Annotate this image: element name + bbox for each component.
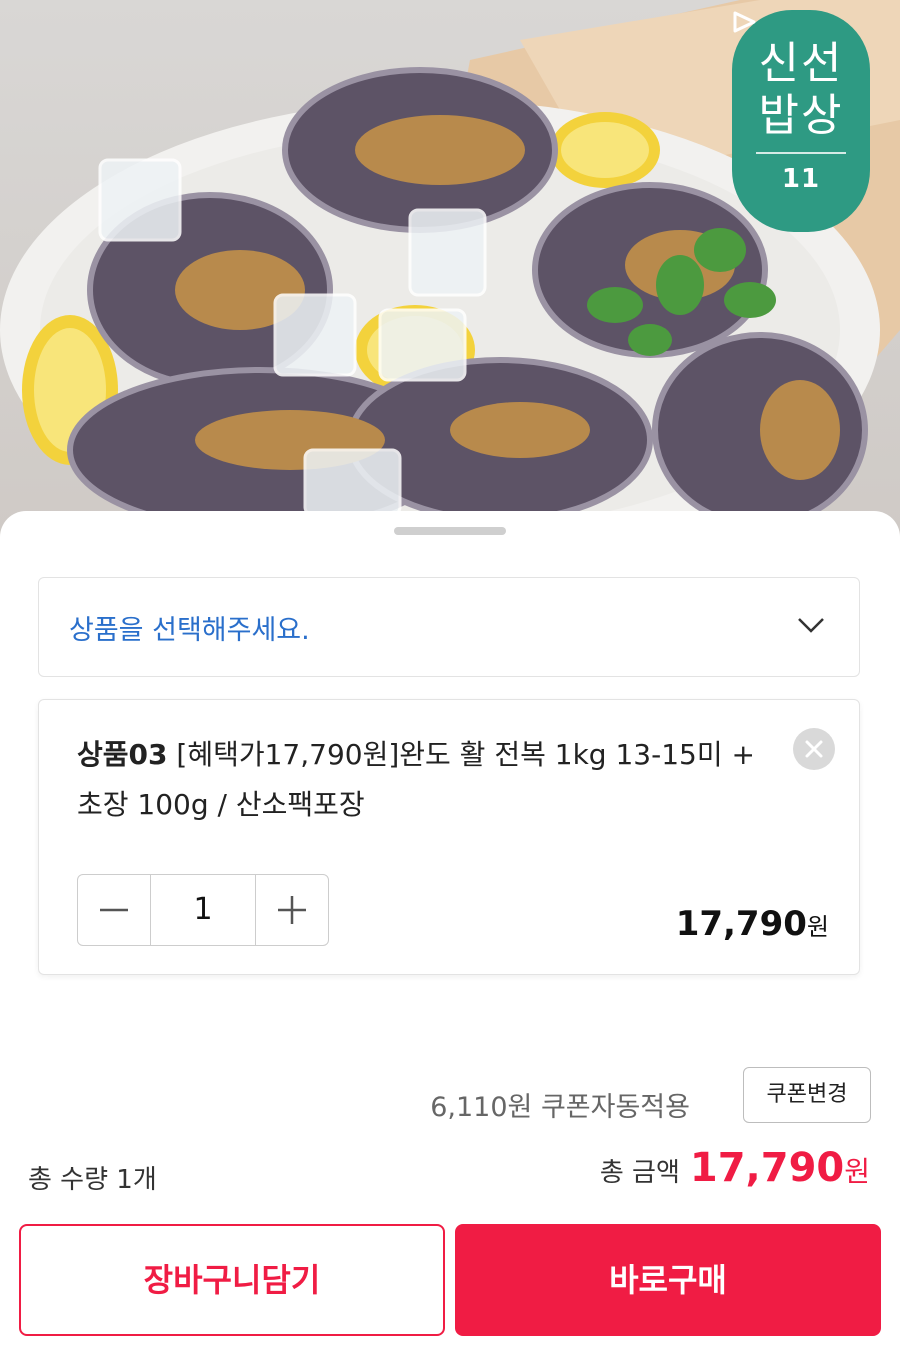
item-code: 상품03 [77, 738, 168, 771]
item-price-value: 17,790 [675, 904, 807, 944]
fresh-table-badge: 신선 밥상 11 [732, 10, 870, 232]
product-image: 신선 밥상 11 [0, 0, 900, 540]
badge-mark: 11 [781, 164, 821, 194]
quantity-stepper: 1 [77, 874, 329, 946]
item-name: 상품03 [혜택가17,790원]완도 활 전복 1kg 13-15미 + 초장… [77, 730, 757, 830]
add-to-cart-button[interactable]: 장바구니담기 [19, 1224, 445, 1336]
plus-icon [278, 896, 306, 924]
increase-quantity-button[interactable] [256, 875, 328, 945]
total-amount-currency: 원 [844, 1155, 870, 1188]
change-coupon-button[interactable]: 쿠폰변경 [743, 1067, 871, 1123]
decrease-quantity-button[interactable] [78, 875, 150, 945]
item-price: 17,790원 [676, 904, 829, 944]
total-amount: 총 금액 17,790원 [600, 1145, 870, 1191]
quantity-value[interactable]: 1 [150, 875, 256, 945]
total-amount-value: 17,790 [689, 1145, 845, 1191]
item-title: [혜택가17,790원]완도 활 전복 1kg 13-15미 + 초장 100g… [77, 738, 755, 821]
chevron-down-icon [798, 618, 824, 633]
product-select[interactable]: 상품을 선택해주세요. [38, 577, 860, 677]
purchase-sheet: 상품을 선택해주세요. 상품03 [혜택가17,790원]완도 활 전복 1kg… [0, 511, 900, 1349]
remove-item-button[interactable] [793, 728, 835, 770]
coupon-applied-text: 6,110원 쿠폰자동적용 [430, 1092, 690, 1123]
item-price-currency: 원 [806, 913, 829, 941]
total-quantity: 총 수량 1개 [28, 1165, 157, 1195]
badge-logo: 11 [732, 11, 870, 194]
sheet-drag-handle[interactable] [394, 527, 506, 535]
product-select-placeholder: 상품을 선택해주세요. [69, 615, 310, 646]
total-amount-label: 총 금액 [599, 1158, 680, 1188]
buy-now-button[interactable]: 바로구매 [455, 1224, 881, 1336]
minus-icon [100, 908, 128, 912]
badge-title: 신선 밥상 [758, 38, 844, 141]
close-icon [805, 740, 823, 758]
selected-item-card: 상품03 [혜택가17,790원]완도 활 전복 1kg 13-15미 + 초장… [38, 699, 860, 975]
play-icon [733, 11, 756, 33]
badge-divider [756, 152, 846, 154]
